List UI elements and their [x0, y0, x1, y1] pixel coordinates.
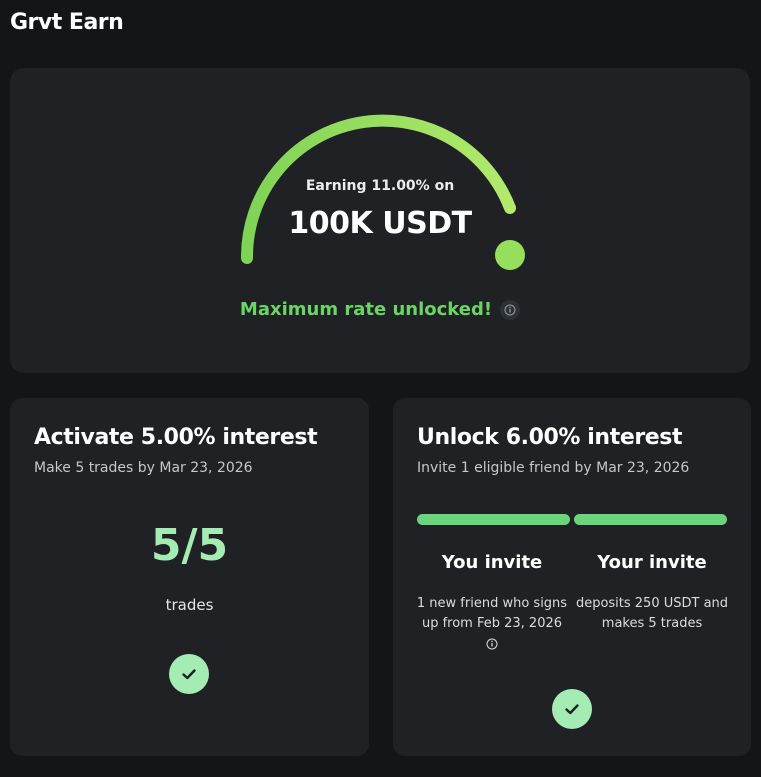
earning-summary-card: Earning 11.00% on 100K USDT Maximum rate… [10, 68, 750, 373]
invite-step-1-progress-bar [417, 514, 570, 525]
trade-card-title: Activate 5.00% interest [34, 425, 318, 450]
invite-step-2-description: deposits 250 USDT and makes 5 trades [569, 594, 735, 634]
invite-step-2-line2: makes 5 trades [601, 616, 703, 631]
invite-step-1-title: You invite [441, 552, 543, 573]
check-icon [169, 654, 209, 694]
gauge-knob [495, 240, 525, 270]
page-title: Grvt Earn [10, 10, 124, 35]
info-icon[interactable] [500, 299, 521, 320]
invite-card-subtitle: Invite 1 eligible friend by Mar 23, 2026 [417, 460, 690, 476]
check-icon [552, 689, 592, 729]
info-icon[interactable] [486, 637, 498, 657]
invite-step-2-line1: deposits 250 USDT and [575, 596, 729, 611]
invite-step-2-title: Your invite [597, 552, 707, 573]
rate-status-text: Maximum rate unlocked! [239, 299, 493, 320]
invite-step-1-description: 1 new friend who signs up from Feb 23, 2… [409, 594, 575, 657]
trade-task-card: Activate 5.00% interest Make 5 trades by… [10, 398, 369, 756]
trade-card-subtitle: Make 5 trades by Mar 23, 2026 [34, 460, 253, 476]
trade-progress-unit: trades [165, 596, 214, 614]
invite-step-2-progress-bar [574, 514, 727, 525]
invite-task-card: Unlock 6.00% interest Invite 1 eligible … [393, 398, 751, 756]
trade-progress-count: 5/5 [150, 520, 229, 571]
invite-step-1-line2: up from Feb 23, 2026 [421, 616, 563, 631]
invite-step-1-line1: 1 new friend who signs [416, 596, 568, 611]
earning-amount: 100K USDT [288, 206, 472, 241]
earning-label: Earning 11.00% on [305, 178, 455, 194]
invite-card-title: Unlock 6.00% interest [417, 425, 683, 450]
rate-status: Maximum rate unlocked! [10, 299, 750, 320]
